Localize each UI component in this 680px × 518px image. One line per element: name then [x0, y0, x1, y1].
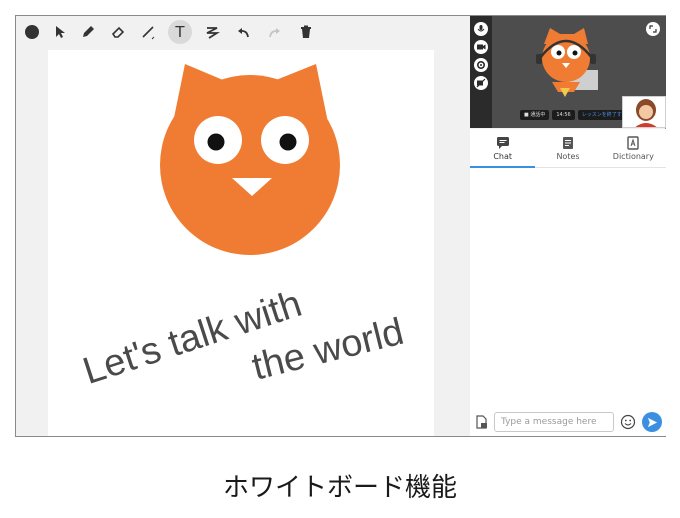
- line-icon: [142, 26, 155, 40]
- color-picker-button[interactable]: [20, 20, 44, 44]
- text-tool-glyph: T: [175, 23, 185, 41]
- video-controls: [470, 16, 492, 128]
- mic-icon: [477, 25, 485, 32]
- eraser-tool-button[interactable]: [106, 20, 130, 44]
- tab-dictionary-label: Dictionary: [612, 151, 654, 161]
- expand-icon: [649, 25, 657, 33]
- settings-button[interactable]: [474, 58, 488, 72]
- call-status: ■ 通話中: [520, 110, 550, 120]
- chat-messages-area[interactable]: [470, 168, 666, 408]
- tutor-video-feed: [536, 28, 598, 97]
- tab-notes-label: Notes: [556, 151, 580, 161]
- redo-button[interactable]: [262, 20, 286, 44]
- undo-arrow-icon: [238, 28, 249, 38]
- expand-video-button[interactable]: [646, 22, 660, 36]
- whiteboard-canvas[interactable]: Let's talk with the world: [48, 50, 434, 436]
- mic-button[interactable]: [474, 22, 488, 36]
- redo-arrow-icon: [269, 28, 280, 38]
- delete-button[interactable]: [294, 20, 318, 44]
- line-tool-button[interactable]: [136, 20, 160, 44]
- side-tabs: Chat Notes Dictionary: [470, 129, 666, 168]
- send-arrow-icon: [647, 417, 657, 427]
- text-tool-button[interactable]: T: [168, 20, 192, 44]
- pen-tool-button[interactable]: [76, 20, 100, 44]
- feature-caption: ホワイトボード機能: [222, 473, 457, 503]
- dictionary-icon: [627, 135, 640, 150]
- cursor-arrow-icon: [56, 26, 65, 38]
- tab-chat-label: Chat: [493, 151, 513, 161]
- attach-file-icon[interactable]: [474, 414, 490, 430]
- camera-off-button[interactable]: [474, 76, 488, 90]
- shapes-icon: [206, 27, 220, 39]
- emoji-icon[interactable]: [620, 414, 636, 430]
- send-button[interactable]: [642, 412, 662, 432]
- notes-icon: [562, 136, 573, 149]
- undo-button[interactable]: [232, 20, 256, 44]
- camera-icon: [477, 44, 486, 50]
- chat-icon: [496, 136, 509, 149]
- call-status-bar: ■ 通話中 14:56 レッスンを終了する: [520, 110, 631, 120]
- eraser-icon: [111, 26, 125, 38]
- camera-off-icon: [476, 78, 486, 88]
- camera-button[interactable]: [474, 40, 488, 54]
- message-input[interactable]: [494, 412, 614, 432]
- self-view: [622, 96, 666, 128]
- app-window: T Let's talk with the world ■ 通話中 14:56 …: [15, 15, 666, 437]
- user-avatar: [623, 97, 665, 127]
- select-tool-button[interactable]: [48, 20, 72, 44]
- color-dot-icon: [25, 25, 39, 39]
- shape-tool-button[interactable]: [200, 20, 224, 44]
- video-panel: ■ 通話中 14:56 レッスンを終了する: [470, 16, 666, 128]
- call-timer: 14:56: [552, 110, 575, 120]
- trash-icon: [301, 25, 311, 38]
- whiteboard-toolbar: T: [16, 16, 468, 48]
- message-composer: [470, 408, 666, 436]
- pen-icon: [83, 26, 94, 37]
- tab-chat[interactable]: Chat: [470, 129, 536, 168]
- tab-dictionary[interactable]: Dictionary: [601, 129, 666, 167]
- tab-notes[interactable]: Notes: [535, 129, 600, 167]
- gear-icon: [476, 60, 486, 70]
